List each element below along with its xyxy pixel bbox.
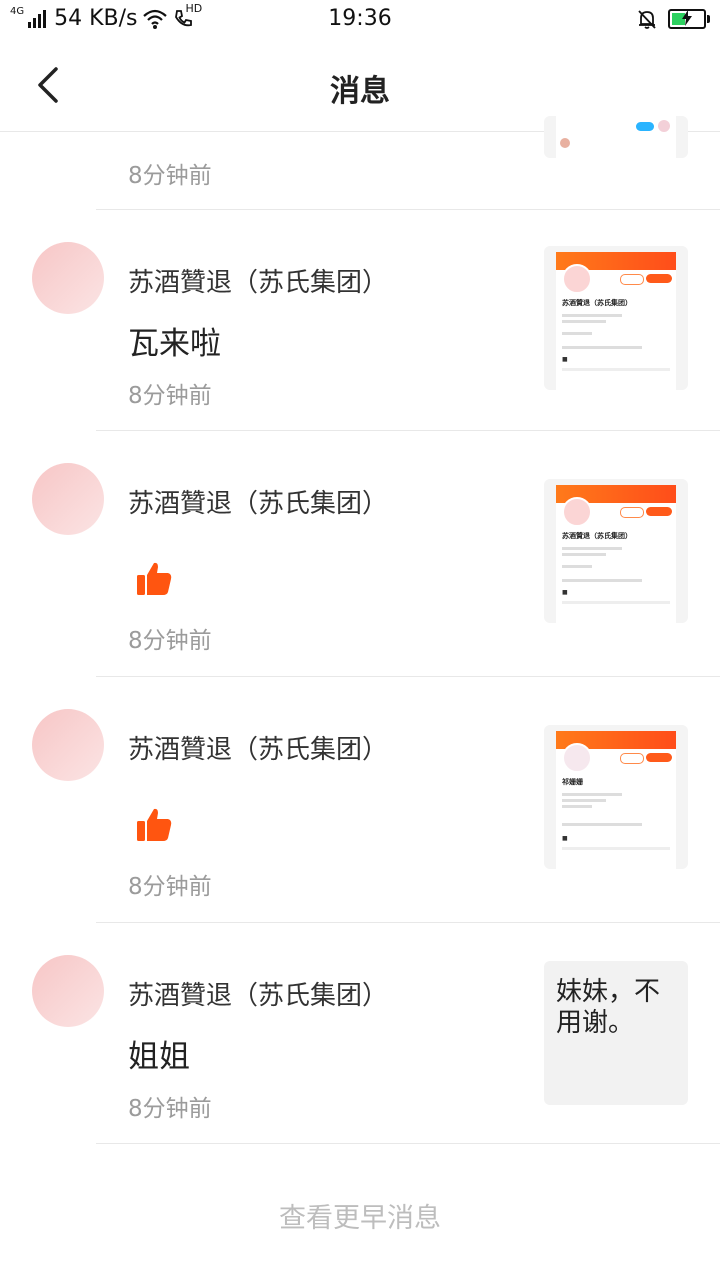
message-content: 姐姐	[128, 1039, 190, 1075]
message-content: 瓦来啦	[128, 326, 221, 362]
reply-preview[interactable]: 妹妹，不用谢。	[544, 961, 688, 1105]
thumbs-up-icon	[137, 562, 172, 595]
page-title: 消息	[330, 74, 390, 109]
timestamp: 8分钟前	[128, 163, 212, 189]
thumbs-up-icon	[137, 808, 172, 841]
list-item[interactable]: 苏酒贊退（苏氏集团） 8分钟前 祁姗姗 ■	[0, 677, 720, 923]
timestamp: 8分钟前	[128, 628, 212, 654]
post-thumbnail[interactable]	[544, 116, 688, 158]
sender-name: 苏酒贊退（苏氏集团）	[128, 981, 389, 1011]
list-item-partial[interactable]: 8分钟前	[0, 116, 720, 210]
avatar[interactable]	[32, 463, 104, 535]
thumb-title: 苏酒贊退（苏氏集团）	[562, 532, 632, 540]
status-bar: 4G 54 KB/s HD 19:36	[0, 0, 720, 40]
sender-name: 苏酒贊退（苏氏集团）	[128, 268, 389, 298]
thumb-title: 祁姗姗	[562, 778, 583, 786]
list-item[interactable]: 苏酒贊退（苏氏集团） 8分钟前 苏酒贊退（苏氏集团） ■	[0, 431, 720, 677]
list-item[interactable]: 苏酒贊退（苏氏集团） 瓦来啦 8分钟前 苏酒贊退（苏氏集团） ■	[0, 210, 720, 431]
status-right	[636, 8, 710, 30]
post-thumbnail[interactable]: 苏酒贊退（苏氏集团） ■	[544, 246, 688, 390]
thumb-title: 苏酒贊退（苏氏集团）	[562, 299, 632, 307]
timestamp: 8分钟前	[128, 874, 212, 900]
avatar[interactable]	[32, 709, 104, 781]
post-thumbnail[interactable]: 祁姗姗 ■	[544, 725, 688, 869]
timestamp: 8分钟前	[128, 1096, 212, 1122]
load-more-button[interactable]: 查看更早消息	[0, 1196, 720, 1235]
sender-name: 苏酒贊退（苏氏集团）	[128, 489, 389, 519]
battery-charging-icon	[668, 9, 710, 29]
post-thumbnail[interactable]: 苏酒贊退（苏氏集团） ■	[544, 479, 688, 623]
avatar[interactable]	[32, 242, 104, 314]
bell-off-icon	[638, 10, 656, 29]
divider	[96, 1143, 720, 1144]
timestamp: 8分钟前	[128, 383, 212, 409]
status-time: 19:36	[328, 6, 392, 31]
avatar[interactable]	[32, 955, 104, 1027]
list-item[interactable]: 苏酒贊退（苏氏集团） 姐姐 8分钟前 妹妹，不用谢。	[0, 923, 720, 1144]
sender-name: 苏酒贊退（苏氏集团）	[128, 735, 389, 765]
